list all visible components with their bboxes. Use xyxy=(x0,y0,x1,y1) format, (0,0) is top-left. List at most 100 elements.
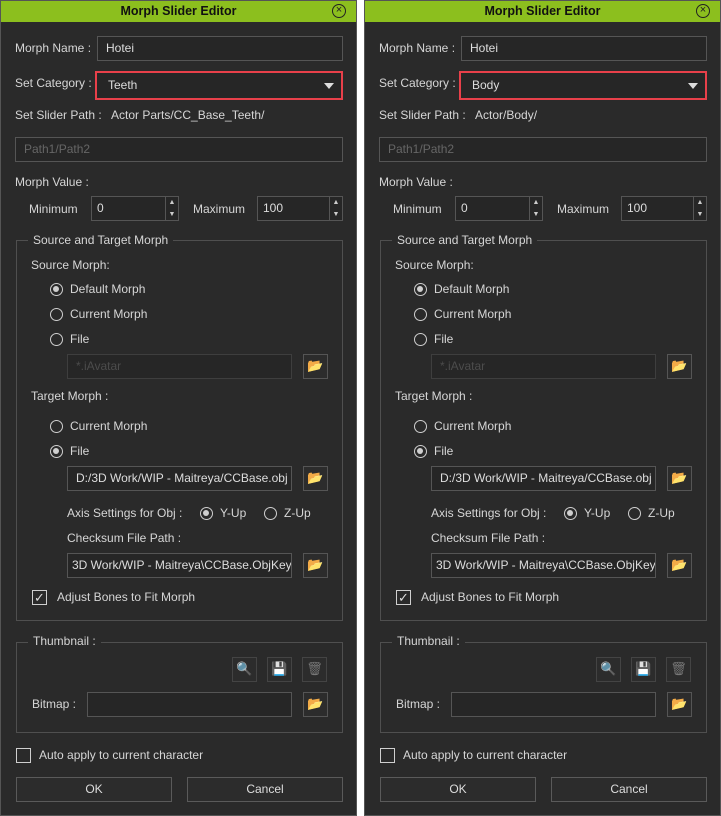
folder-import-icon[interactable]: 📂 xyxy=(667,354,692,379)
chevron-down-icon xyxy=(324,83,334,89)
checksum-file-input[interactable]: 3D Work/WIP - Maitreya\CCBase.ObjKey xyxy=(67,553,292,578)
trash-icon[interactable]: 🗑 xyxy=(302,657,327,682)
radio-source-current-morph[interactable] xyxy=(414,308,427,321)
radio-z-up[interactable] xyxy=(264,507,277,520)
title-bar: Morph Slider Editor × xyxy=(1,1,356,22)
maximum-label: Maximum xyxy=(557,202,610,216)
folder-import-icon[interactable]: 📂 xyxy=(667,692,692,717)
spin-up-icon[interactable]: ▲ xyxy=(330,197,342,209)
category-label: Set Category : xyxy=(15,76,92,90)
auto-apply-label: Auto apply to current character xyxy=(403,748,568,762)
thumbnail-group-title: Thumbnail : xyxy=(28,634,101,648)
spin-up-icon[interactable]: ▲ xyxy=(694,197,706,209)
radio-z-up[interactable] xyxy=(628,507,641,520)
category-dropdown[interactable]: Body xyxy=(459,71,707,100)
dialog-title: Morph Slider Editor xyxy=(484,4,601,18)
default-morph-label: Default Morph xyxy=(70,282,146,296)
trash-icon[interactable]: 🗑 xyxy=(666,657,691,682)
category-value: Body xyxy=(472,78,500,92)
slider-path-label: Set Slider Path : xyxy=(379,108,466,122)
target-morph-label: Target Morph : xyxy=(31,389,109,403)
target-file-input[interactable]: D:/3D Work/WIP - Maitreya/CCBase.obj xyxy=(431,466,656,491)
minimum-spinbox[interactable]: 0 ▲ ▼ xyxy=(455,196,543,221)
auto-apply-checkbox[interactable] xyxy=(380,748,395,763)
folder-search-icon[interactable]: 🔍 xyxy=(596,657,621,682)
save-icon[interactable]: 💾 xyxy=(267,657,292,682)
ok-button[interactable]: OK xyxy=(16,777,172,802)
target-file-label: File xyxy=(70,444,90,458)
path-input[interactable]: Path1/Path2 xyxy=(15,137,343,162)
spin-down-icon[interactable]: ▼ xyxy=(330,209,342,221)
thumbnail-group-title: Thumbnail : xyxy=(392,634,465,648)
cancel-button[interactable]: Cancel xyxy=(551,777,707,802)
minimum-value: 0 xyxy=(97,201,104,215)
close-icon[interactable]: × xyxy=(332,4,346,18)
chevron-down-icon xyxy=(688,83,698,89)
folder-search-icon[interactable]: 🔍 xyxy=(232,657,257,682)
morph-name-input[interactable]: Hotei xyxy=(97,36,343,61)
close-icon[interactable]: × xyxy=(696,4,710,18)
dialog-title: Morph Slider Editor xyxy=(120,4,237,18)
radio-target-file[interactable] xyxy=(414,445,427,458)
bitmap-label: Bitmap : xyxy=(396,697,441,711)
checksum-file-input[interactable]: 3D Work/WIP - Maitreya\CCBase.ObjKey xyxy=(431,553,656,578)
radio-source-file[interactable] xyxy=(50,333,63,346)
target-file-label: File xyxy=(434,444,454,458)
spin-up-icon[interactable]: ▲ xyxy=(166,197,178,209)
category-value: Teeth xyxy=(108,78,138,92)
source-file-input[interactable]: *.iAvatar xyxy=(431,354,656,379)
category-dropdown[interactable]: Teeth xyxy=(95,71,343,100)
save-icon[interactable]: 💾 xyxy=(631,657,656,682)
folder-import-icon[interactable]: 📂 xyxy=(667,553,692,578)
default-morph-label: Default Morph xyxy=(434,282,510,296)
z-up-label: Z-Up xyxy=(284,506,311,520)
radio-source-current-morph[interactable] xyxy=(50,308,63,321)
path-input[interactable]: Path1/Path2 xyxy=(379,137,707,162)
maximum-spinbox[interactable]: 100 ▲ ▼ xyxy=(257,196,343,221)
radio-default-morph[interactable] xyxy=(50,283,63,296)
folder-import-icon[interactable]: 📂 xyxy=(303,692,328,717)
morph-slider-editor-dialog: Morph Slider Editor × Morph Name : Hotei… xyxy=(364,0,721,816)
axis-settings-label: Axis Settings for Obj : xyxy=(67,506,183,520)
radio-default-morph[interactable] xyxy=(414,283,427,296)
source-morph-label: Source Morph: xyxy=(395,258,474,272)
radio-target-current-morph[interactable] xyxy=(50,420,63,433)
radio-y-up[interactable] xyxy=(564,507,577,520)
folder-import-icon[interactable]: 📂 xyxy=(303,354,328,379)
radio-target-current-morph[interactable] xyxy=(414,420,427,433)
spin-down-icon[interactable]: ▼ xyxy=(694,209,706,221)
folder-import-icon[interactable]: 📂 xyxy=(303,553,328,578)
bitmap-input[interactable] xyxy=(451,692,656,717)
auto-apply-checkbox[interactable] xyxy=(16,748,31,763)
thumbnail-group xyxy=(16,642,343,733)
source-current-morph-label: Current Morph xyxy=(434,307,512,321)
radio-target-file[interactable] xyxy=(50,445,63,458)
folder-import-icon[interactable]: 📂 xyxy=(303,466,328,491)
slider-path-label: Set Slider Path : xyxy=(15,108,102,122)
minimum-spinbox[interactable]: 0 ▲ ▼ xyxy=(91,196,179,221)
morph-value-label: Morph Value : xyxy=(15,175,89,189)
source-morph-label: Source Morph: xyxy=(31,258,110,272)
radio-source-file[interactable] xyxy=(414,333,427,346)
adjust-bones-label: Adjust Bones to Fit Morph xyxy=(57,590,196,604)
target-file-input[interactable]: D:/3D Work/WIP - Maitreya/CCBase.obj xyxy=(67,466,292,491)
adjust-bones-checkbox[interactable]: ✓ xyxy=(32,590,47,605)
y-up-label: Y-Up xyxy=(220,506,247,520)
folder-import-icon[interactable]: 📂 xyxy=(667,466,692,491)
cancel-button[interactable]: Cancel xyxy=(187,777,343,802)
maximum-spinbox[interactable]: 100 ▲ ▼ xyxy=(621,196,707,221)
target-current-morph-label: Current Morph xyxy=(70,419,148,433)
ok-button[interactable]: OK xyxy=(380,777,536,802)
source-current-morph-label: Current Morph xyxy=(70,307,148,321)
z-up-label: Z-Up xyxy=(648,506,675,520)
spin-down-icon[interactable]: ▼ xyxy=(530,209,542,221)
morph-name-input[interactable]: Hotei xyxy=(461,36,707,61)
bitmap-input[interactable] xyxy=(87,692,292,717)
adjust-bones-checkbox[interactable]: ✓ xyxy=(396,590,411,605)
radio-y-up[interactable] xyxy=(200,507,213,520)
spin-down-icon[interactable]: ▼ xyxy=(166,209,178,221)
title-bar: Morph Slider Editor × xyxy=(365,1,720,22)
source-file-input[interactable]: *.iAvatar xyxy=(67,354,292,379)
spin-up-icon[interactable]: ▲ xyxy=(530,197,542,209)
slider-path-value: Actor/Body/ xyxy=(475,108,538,122)
